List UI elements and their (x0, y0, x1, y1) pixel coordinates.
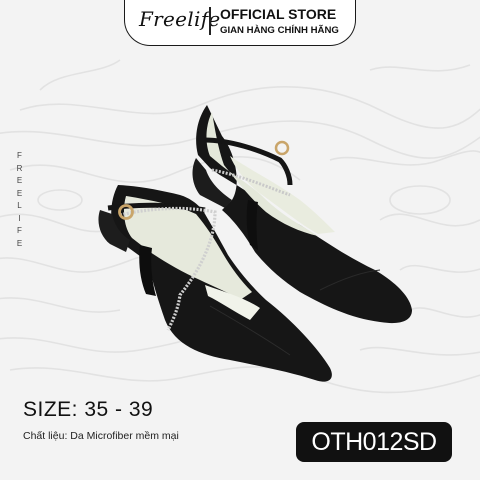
product-banner: Freelife OFFICIAL STORE GIAN HÀNG CHÍNH … (0, 0, 480, 480)
material-label: Chất liệu: Da Microfiber mềm mại (23, 430, 179, 442)
product-code-badge: OTH012SD (296, 422, 452, 462)
size-range-label: SIZE: 35 - 39 (23, 398, 154, 421)
